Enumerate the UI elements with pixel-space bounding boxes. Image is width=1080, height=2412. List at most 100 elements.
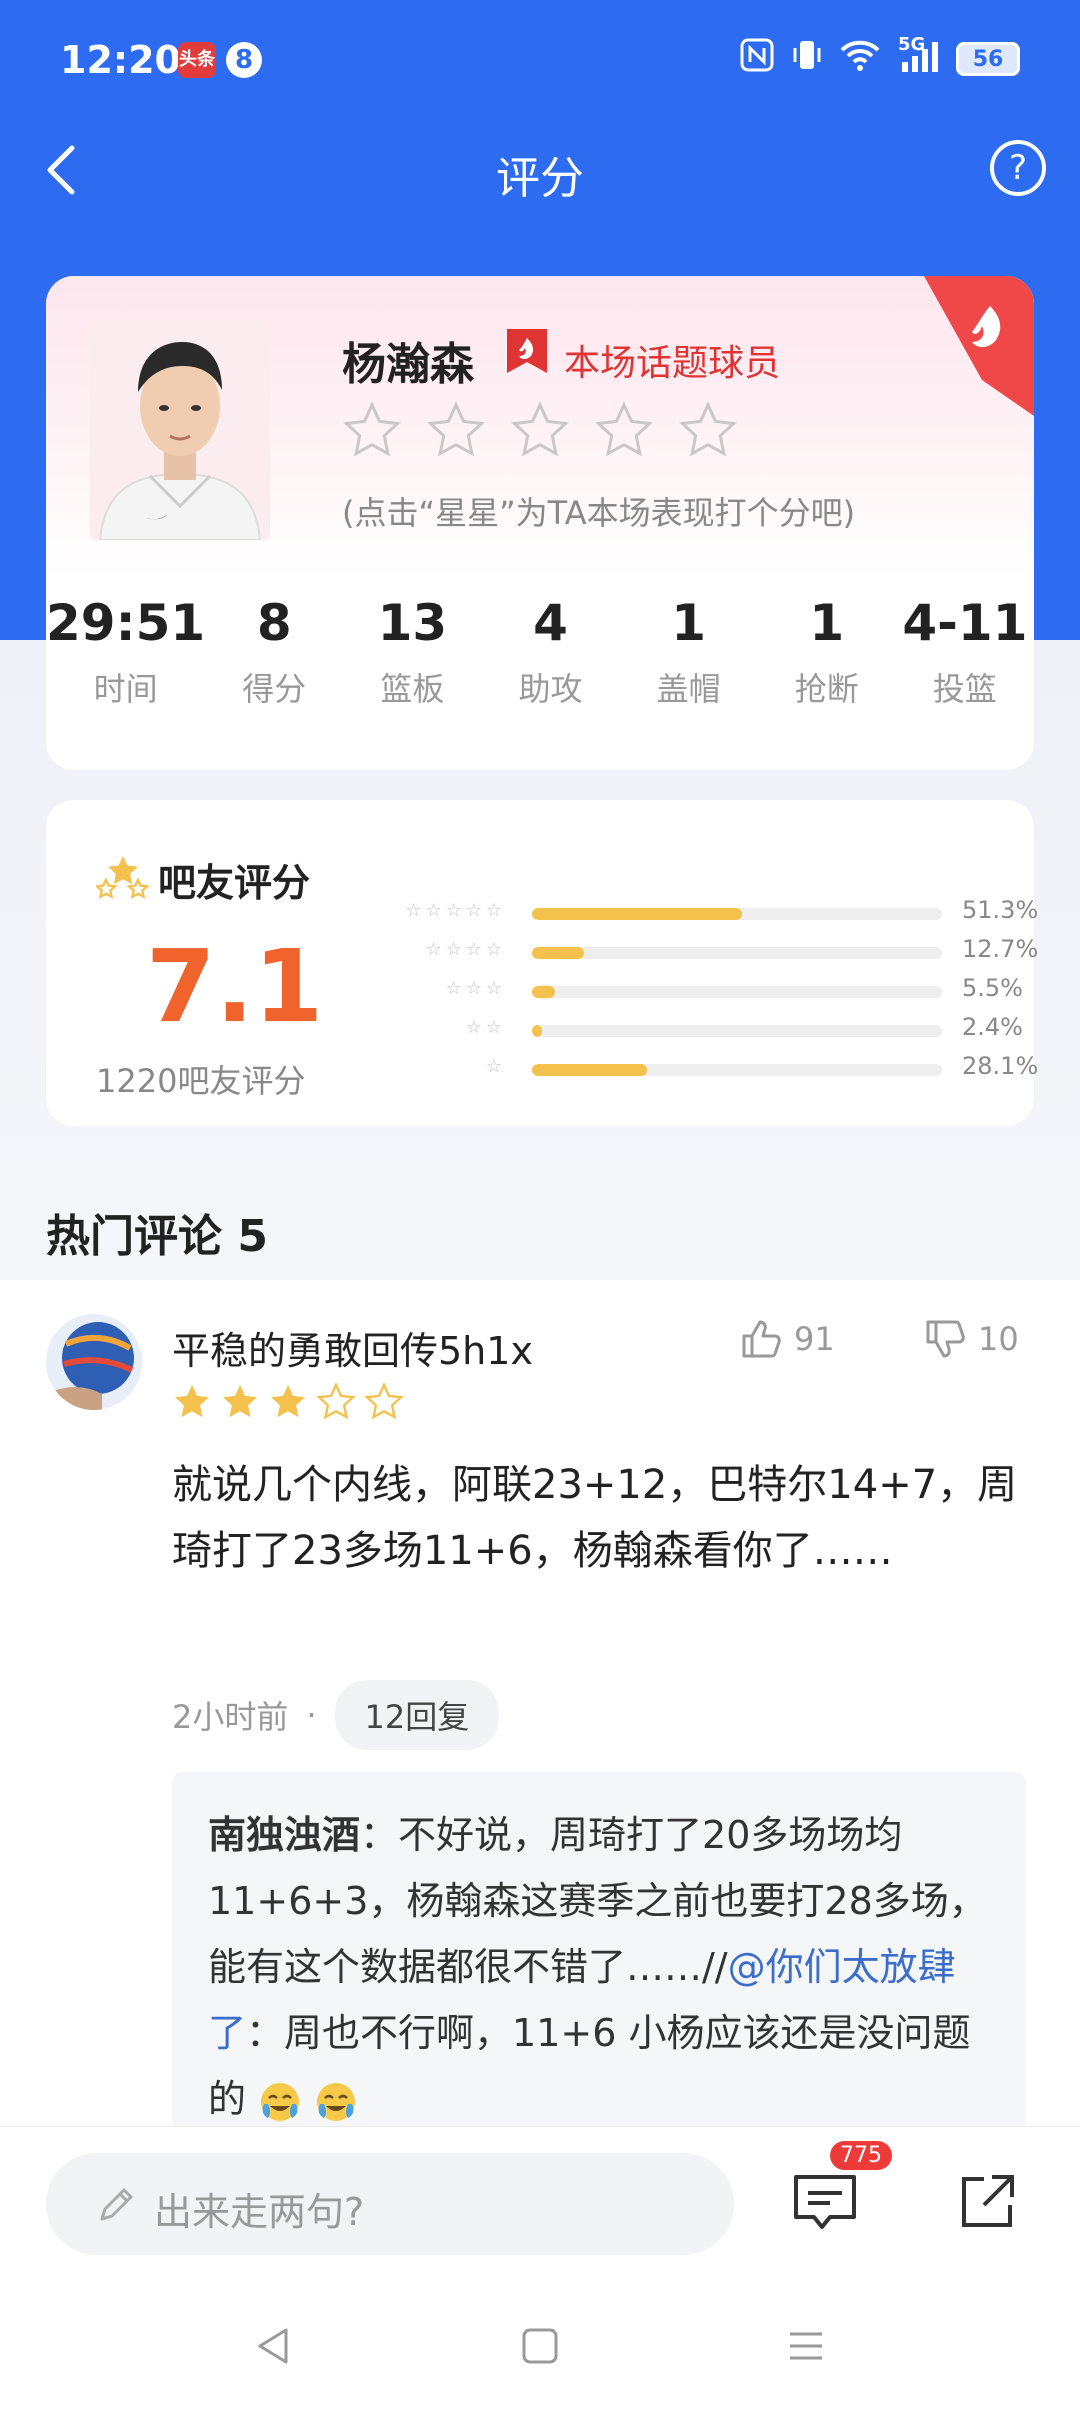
rating-hint: (点击“星星”为TA本场表现打个分吧) [342,494,856,532]
pen-icon [100,2188,133,2221]
commenter-name[interactable]: 平稳的勇敢回传5h1x [172,1320,533,1375]
nfc-icon [740,38,774,80]
dist-track [532,1025,942,1037]
stat-label: 助攻 [518,670,583,708]
dist-track [532,986,942,998]
star-filled-icon [271,1385,305,1418]
system-icons: 5G 56 [740,34,1020,80]
app-8-notification-icon: 8 [226,42,262,78]
stat-value: 1 [671,594,707,652]
stat-label: 时间 [93,670,158,708]
dist-bar [532,1064,648,1076]
fan-rating-count: 1220吧友评分 [96,1062,306,1100]
nav-home-icon[interactable] [516,2322,564,2370]
comment-count-badge: 775 [830,2141,892,2170]
thumbs-up-icon [742,1320,781,1358]
comment-text: 就说几个内线，阿联23+12，巴特尔14+7，周琦打了23多场11+6，杨翰森看… [172,1462,1018,1574]
meta-separator: · [306,1696,317,1734]
stat-assists: 4 助攻 [481,594,619,710]
commenter-avatar[interactable] [46,1314,142,1410]
dist-bar [532,1025,542,1037]
stat-label: 得分 [242,670,307,708]
dist-row-1: ☆ 28.1% [346,1052,1038,1091]
help-button[interactable]: ? [990,140,1046,196]
vibrate-icon [792,38,822,80]
comment-input-placeholder: 出来走两句? [154,2190,365,2234]
dist-track [532,908,942,920]
reply-preview[interactable]: 南独浊酒：不好说，周琦打了20多场场均11+6+3，杨翰森这赛季之前也要打28多… [172,1772,1026,2132]
comment-rating-stars [172,1382,404,1422]
dislike-button[interactable]: 10 [924,1318,1019,1360]
stat-label: 抢断 [794,670,859,708]
stat-time: 29:51 时间 [46,594,205,710]
star-empty-icon [364,1382,404,1420]
comment-input[interactable]: 出来走两句? [46,2153,734,2255]
stat-steals: 1 抢断 [758,594,896,710]
bottom-bar: 出来走两句? 775 [0,2126,1080,2278]
dist-bar [532,947,585,959]
fan-rating-card: 吧友评分 7.1 1220吧友评分 ☆☆☆☆☆ 51.3% ☆☆☆☆ 12.7% ☆… [46,800,1038,1126]
player-avatar[interactable] [90,320,270,540]
star-filled-icon [175,1385,209,1418]
nav-menu-icon[interactable] [782,2322,830,2370]
player-name: 杨瀚森 [342,339,474,390]
comment-item: 平稳的勇敢回传5h1x 91 10 就说几个内线，阿联23+12，巴特尔14+7… [0,1280,1080,2132]
app-root: 12:20 头条 8 5G 56 评分 ? 杨瀚森 本场话题球员 (点击“星星”… [0,0,1080,2412]
dist-track [532,1064,942,1076]
title-bar: 评分 ? [0,120,1080,220]
stat-points: 8 得分 [205,594,343,710]
like-count: 91 [794,1320,835,1358]
rate-star-3-icon[interactable] [510,400,570,460]
fan-rating-title: 吧友评分 [158,861,311,905]
stat-value: 8 [256,594,292,652]
laugh-cry-emoji-icon [317,2082,356,2121]
dist-bar [532,908,743,920]
system-nav-bar [0,2278,1080,2412]
star-empty-icon [316,1382,356,1420]
dist-row-5: ☆☆☆☆☆ 51.3% [346,896,1038,935]
comments-icon[interactable] [792,2171,858,2231]
thumbs-down-icon [926,1320,965,1358]
dist-percent: 51.3% [962,896,1039,924]
player-stats: 29:51 时间 8 得分 13 篮板 4 助攻 1 盖帽 1 抢断 4-11 投篮 [46,594,1034,710]
comment-meta: 2小时前 · 12回复 [172,1680,500,1750]
dislike-count: 10 [978,1320,1019,1358]
rating-distribution: ☆☆☆☆☆ 51.3% ☆☆☆☆ 12.7% ☆☆☆ 5.5% ☆☆ 2.4% ☆ 28.… [346,896,1038,1091]
comment-time: 2小时前 [172,1698,289,1736]
dist-row-2: ☆☆ 2.4% [346,1013,1023,1052]
five-stars-icon: ☆☆☆☆☆ [405,900,506,921]
signal-5g-icon: 5G [898,34,938,79]
stat-label: 篮板 [380,670,445,708]
share-icon[interactable] [958,2171,1018,2231]
wifi-icon [840,39,880,79]
nav-back-icon[interactable] [250,2322,298,2370]
rate-star-1-icon[interactable] [342,400,402,460]
star-filled-icon [223,1385,257,1418]
dist-row-4: ☆☆☆☆ 12.7% [346,935,1038,974]
rate-star-2-icon[interactable] [426,400,486,460]
fan-rating-score: 7.1 [146,928,324,1045]
two-stars-icon: ☆☆ [465,1017,506,1038]
stat-shooting: 4-11 投篮 [896,594,1034,710]
stat-label: 盖帽 [656,670,721,708]
stat-value: 4-11 [902,594,1028,652]
status-time: 12:20 [60,38,181,82]
three-stars-icon: ☆☆☆ [445,978,506,999]
status-bar: 12:20 头条 8 5G 56 [0,0,1080,120]
laugh-cry-emoji-icon [261,2082,300,2121]
stat-label: 投篮 [932,670,997,708]
rate-star-5-icon[interactable] [678,400,738,460]
reply-user[interactable]: 南独浊酒 [208,1813,360,1857]
stars-icon [96,856,150,899]
dist-percent: 2.4% [962,1013,1023,1041]
dist-percent: 12.7% [962,935,1039,963]
hot-player-label: 本场话题球员 [564,343,781,384]
toutiao-notification-icon: 头条 [178,42,216,78]
reply-count-button[interactable]: 12回复 [334,1680,500,1750]
stat-value: 29:51 [46,594,206,652]
network-label: 5G [898,33,926,55]
dist-bar [532,986,555,998]
rate-star-4-icon[interactable] [594,400,654,460]
page-title: 评分 [496,153,584,204]
like-button[interactable]: 91 [740,1318,835,1360]
